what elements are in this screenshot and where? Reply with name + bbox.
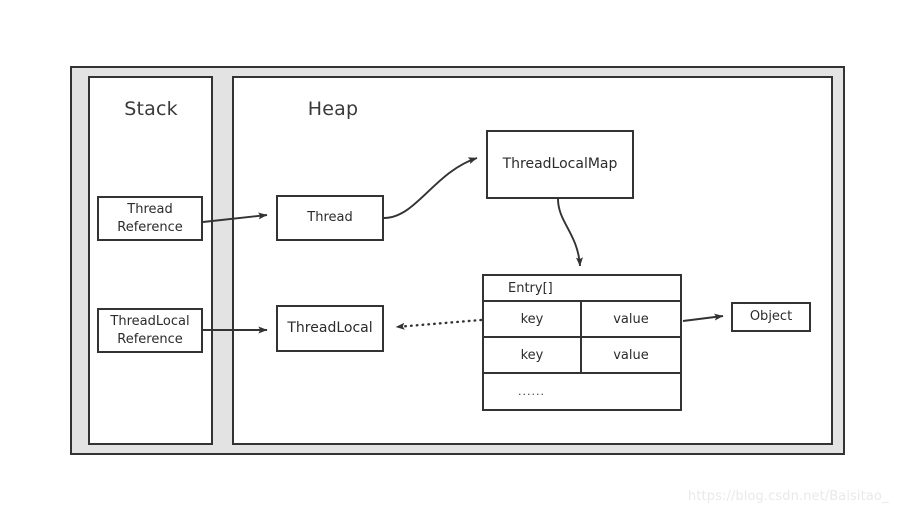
- node-object: Object: [731, 302, 811, 332]
- watermark: https://blog.csdn.net/Baisitao_: [688, 489, 889, 504]
- node-thread: Thread: [276, 195, 384, 241]
- node-threadlocal-reference: ThreadLocal Reference: [97, 308, 203, 353]
- entry-table-row: key value: [484, 302, 680, 338]
- entry-table-header-label: Entry[]: [508, 280, 553, 296]
- stack-region-panel: [88, 76, 213, 445]
- entry-ellipsis-label: ......: [518, 385, 545, 398]
- entry-cell-key: key: [484, 302, 582, 336]
- heap-region-title: Heap: [307, 98, 359, 120]
- node-thread-reference: Thread Reference: [97, 196, 203, 241]
- entry-table-header: Entry[]: [484, 276, 680, 302]
- entry-table-ellipsis-row: ......: [484, 374, 680, 409]
- diagram-canvas: Stack Heap Thread Reference ThreadLocal …: [0, 0, 906, 517]
- stack-region-title: Stack: [124, 98, 178, 120]
- entry-cell-value: value: [613, 311, 649, 327]
- entry-cell-value: value: [613, 347, 649, 363]
- node-threadlocal: ThreadLocal: [276, 305, 384, 352]
- entry-table-row: key value: [484, 338, 680, 374]
- entry-cell-key: key: [484, 338, 582, 372]
- entry-table: Entry[] key value key value ......: [482, 274, 682, 411]
- node-threadlocalmap: ThreadLocalMap: [486, 130, 634, 199]
